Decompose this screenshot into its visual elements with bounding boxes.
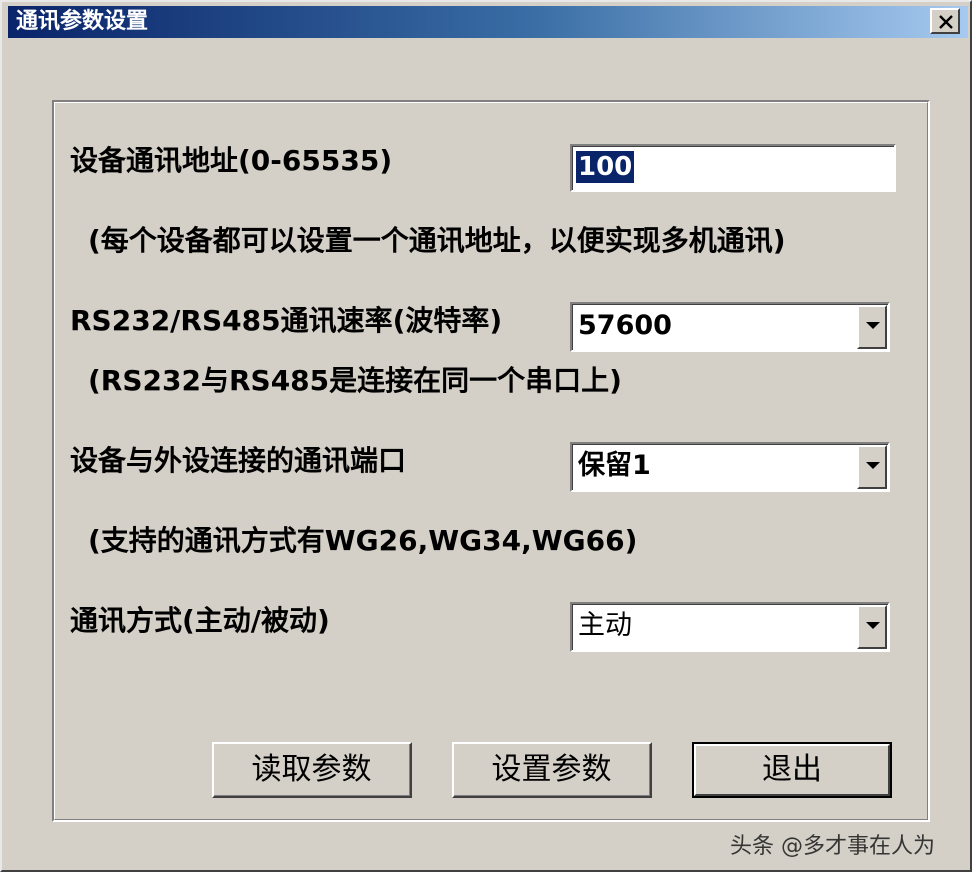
title-bar[interactable]: 通讯参数设置: [8, 6, 968, 38]
read-parameters-button[interactable]: 读取参数: [212, 742, 412, 798]
baud-rate-value: 57600: [578, 310, 672, 341]
port-note: (支持的通讯方式有WG26,WG34,WG66): [88, 524, 638, 557]
watermark: 头条 @多才事在人为: [730, 834, 935, 859]
address-note: (每个设备都可以设置一个通讯地址，以便实现多机通讯): [88, 224, 786, 257]
port-dropdown-button[interactable]: [857, 445, 887, 489]
mode-label: 通讯方式(主动/被动): [70, 604, 330, 637]
chevron-down-icon: [866, 462, 880, 469]
close-icon: [939, 15, 953, 29]
mode-value: 主动: [578, 610, 632, 641]
chevron-down-icon: [866, 322, 880, 329]
set-parameters-label: 设置参数: [454, 744, 650, 796]
mode-select[interactable]: 主动: [570, 602, 890, 652]
exit-button[interactable]: 退出: [692, 742, 892, 798]
set-parameters-button[interactable]: 设置参数: [452, 742, 652, 798]
baud-rate-label: RS232/RS485通讯速率(波特率): [70, 304, 503, 337]
port-select[interactable]: 保留1: [570, 442, 890, 492]
read-parameters-label: 读取参数: [214, 744, 410, 796]
window-title: 通讯参数设置: [16, 9, 149, 34]
mode-dropdown-button[interactable]: [857, 605, 887, 649]
port-value: 保留1: [578, 450, 651, 481]
dialog-window: 通讯参数设置 设备通讯地址(0-65535) 100 (每个设备都可以设置一个通…: [0, 0, 972, 872]
baud-rate-dropdown-button[interactable]: [857, 305, 887, 349]
port-label: 设备与外设连接的通讯端口: [70, 444, 407, 477]
chevron-down-icon: [866, 622, 880, 629]
baud-rate-note: (RS232与RS485是连接在同一个串口上): [88, 364, 622, 397]
baud-rate-select[interactable]: 57600: [570, 302, 890, 352]
address-input[interactable]: 100: [570, 144, 896, 192]
exit-label: 退出: [694, 744, 890, 796]
close-button[interactable]: [930, 8, 960, 34]
address-label: 设备通讯地址(0-65535): [70, 144, 393, 177]
address-input-value: 100: [576, 151, 635, 183]
